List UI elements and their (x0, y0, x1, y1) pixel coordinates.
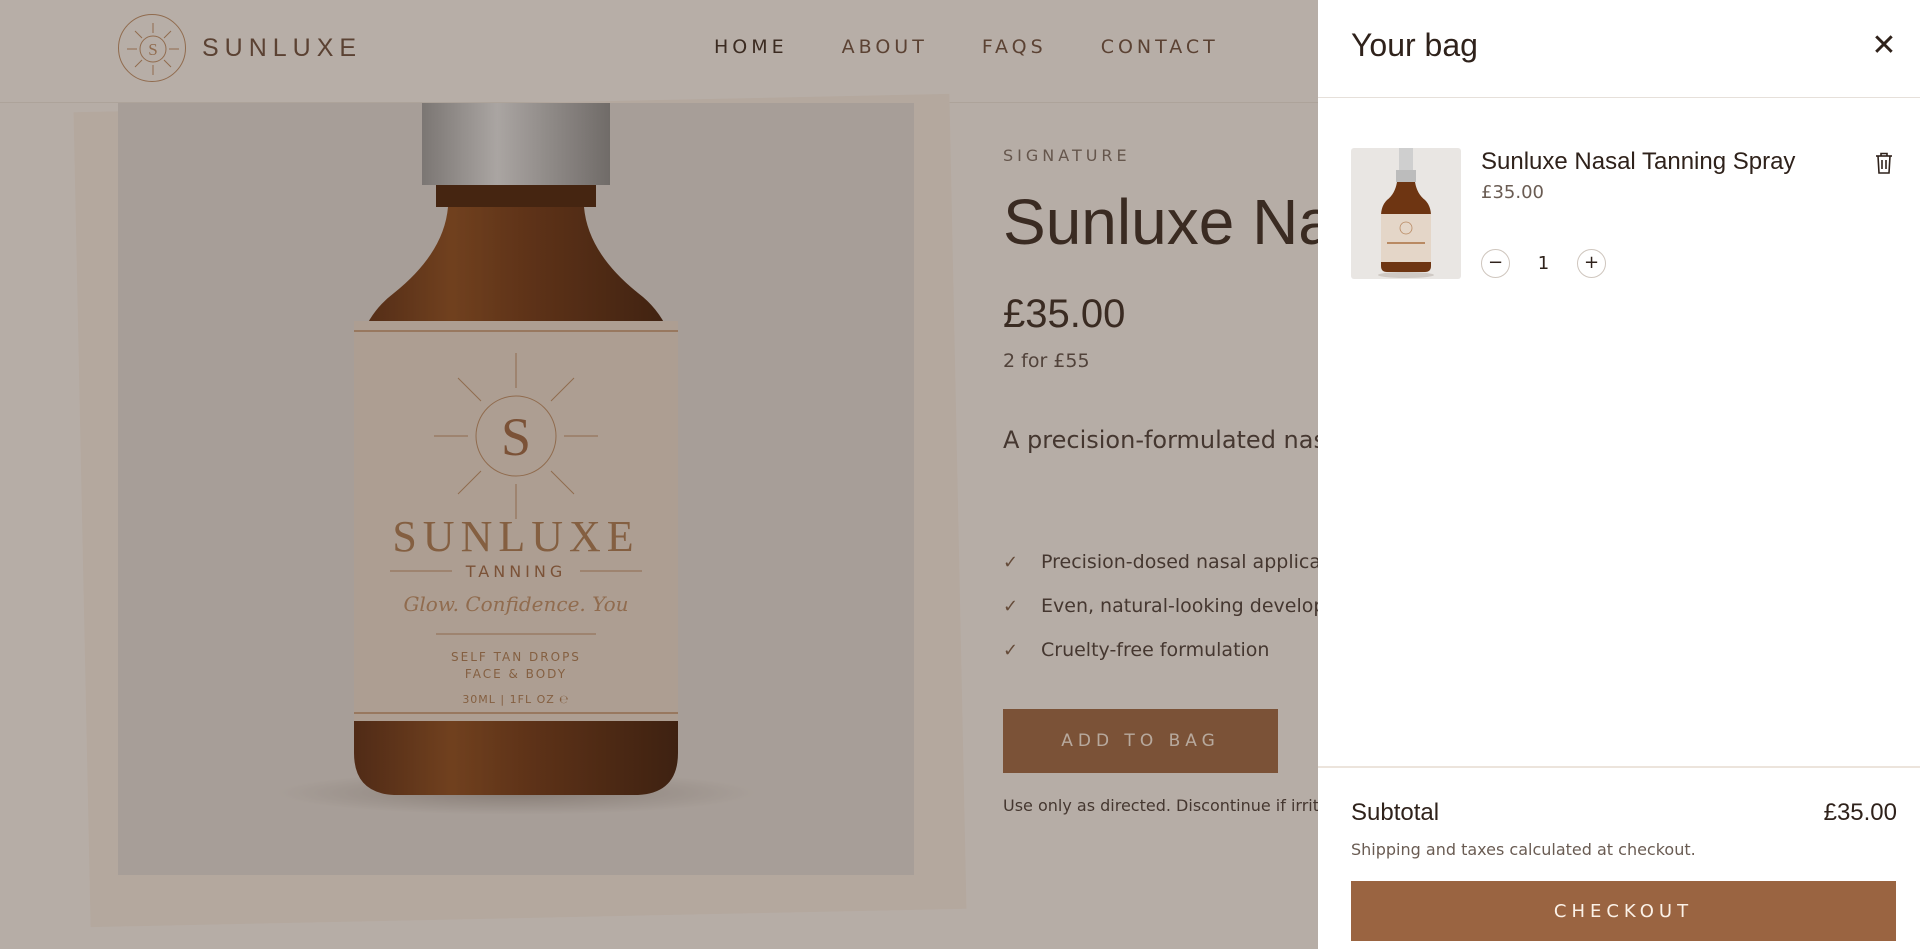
close-icon[interactable]: ✕ (1869, 31, 1899, 61)
cart-item-thumbnail (1351, 148, 1461, 279)
cart-item-name[interactable]: Sunluxe Nasal Tanning Spray (1481, 148, 1795, 176)
trash-icon[interactable] (1873, 151, 1895, 175)
checkout-button[interactable]: CHECKOUT (1351, 881, 1896, 941)
cart-drawer: Your bag ✕ Sunluxe Nasal Tanning Spray £… (1318, 0, 1920, 949)
shipping-note: Shipping and taxes calculated at checkou… (1351, 840, 1696, 859)
divider (1318, 766, 1920, 768)
subtotal-label: Subtotal (1351, 799, 1440, 826)
cart-item-price: £35.00 (1481, 182, 1544, 203)
quantity-stepper: − 1 + (1481, 249, 1606, 278)
cart-title: Your bag (1351, 27, 1478, 63)
quantity-value: 1 (1537, 253, 1550, 274)
cart-line-item: Sunluxe Nasal Tanning Spray £35.00 − 1 + (1351, 148, 1896, 280)
minus-icon[interactable]: − (1481, 249, 1510, 278)
divider (1318, 97, 1920, 98)
subtotal-value: £35.00 (1823, 799, 1897, 826)
plus-icon[interactable]: + (1577, 249, 1606, 278)
